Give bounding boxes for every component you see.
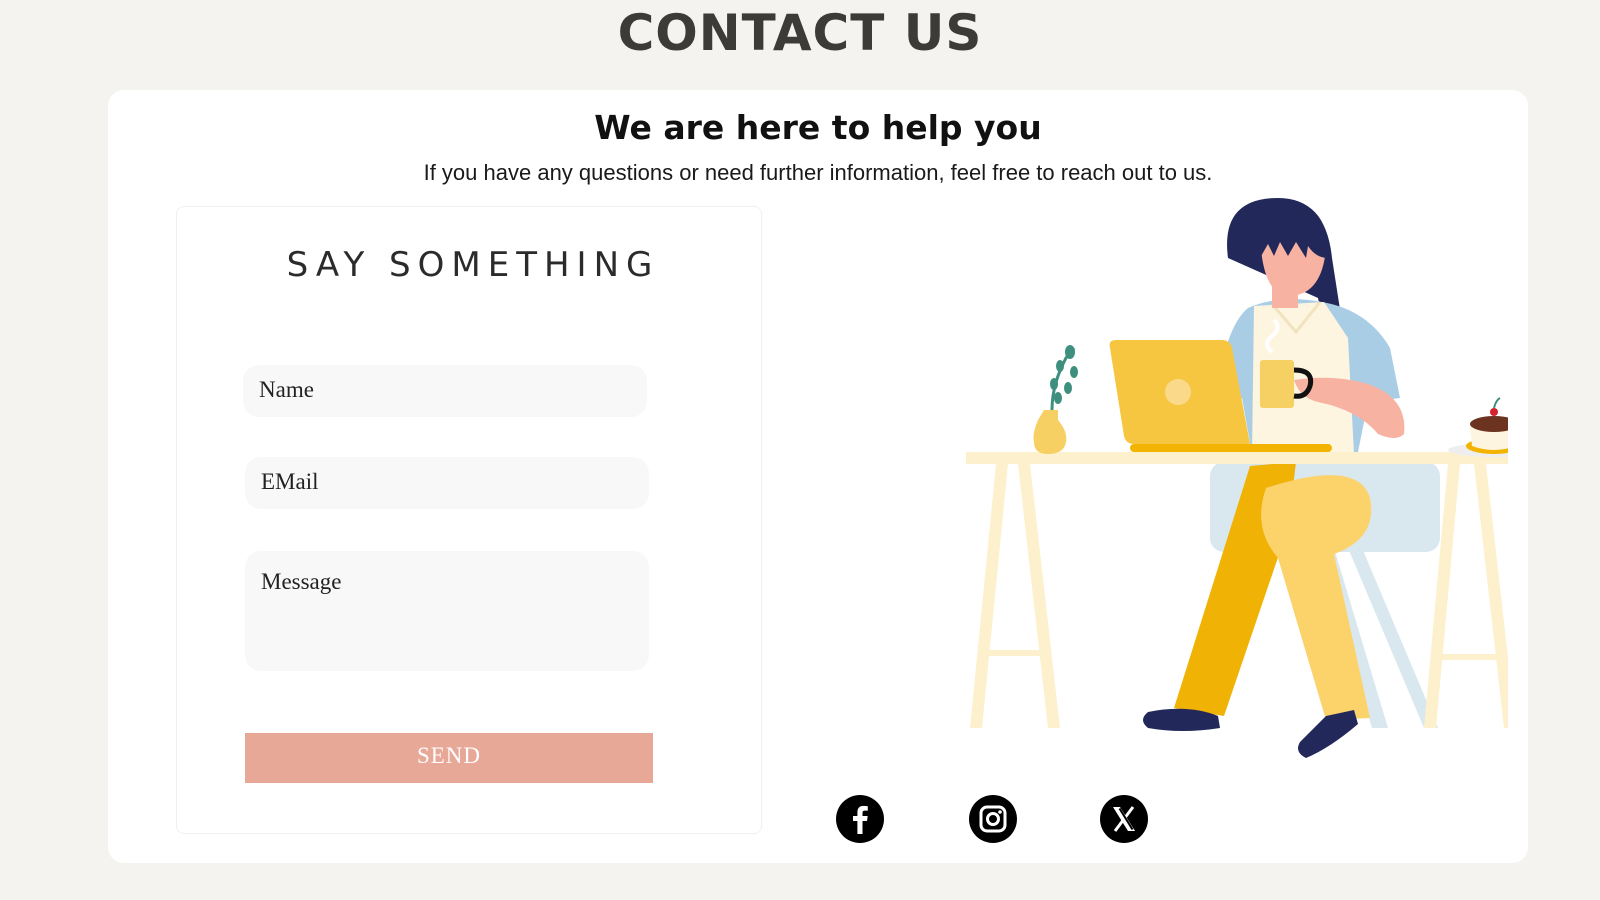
send-button[interactable]: SEND [245, 733, 653, 783]
card-heading: We are here to help you [594, 108, 1042, 147]
email-field[interactable]: EMail [245, 457, 649, 509]
instagram-icon[interactable] [968, 794, 1018, 844]
name-field[interactable]: Name [243, 365, 647, 417]
contact-card: We are here to help you If you have any … [108, 90, 1528, 863]
x-icon[interactable] [1099, 794, 1149, 844]
card-subheading: If you have any questions or need furthe… [423, 160, 1213, 185]
page-title: CONTACT US [617, 4, 983, 62]
contact-form: SAY SOMETHING Name EMail Message SEND [176, 206, 762, 834]
form-title: SAY SOMETHING [286, 245, 660, 285]
woman-at-desk-illustration [966, 198, 1508, 758]
facebook-icon[interactable] [835, 794, 885, 844]
message-field[interactable]: Message [245, 551, 649, 671]
